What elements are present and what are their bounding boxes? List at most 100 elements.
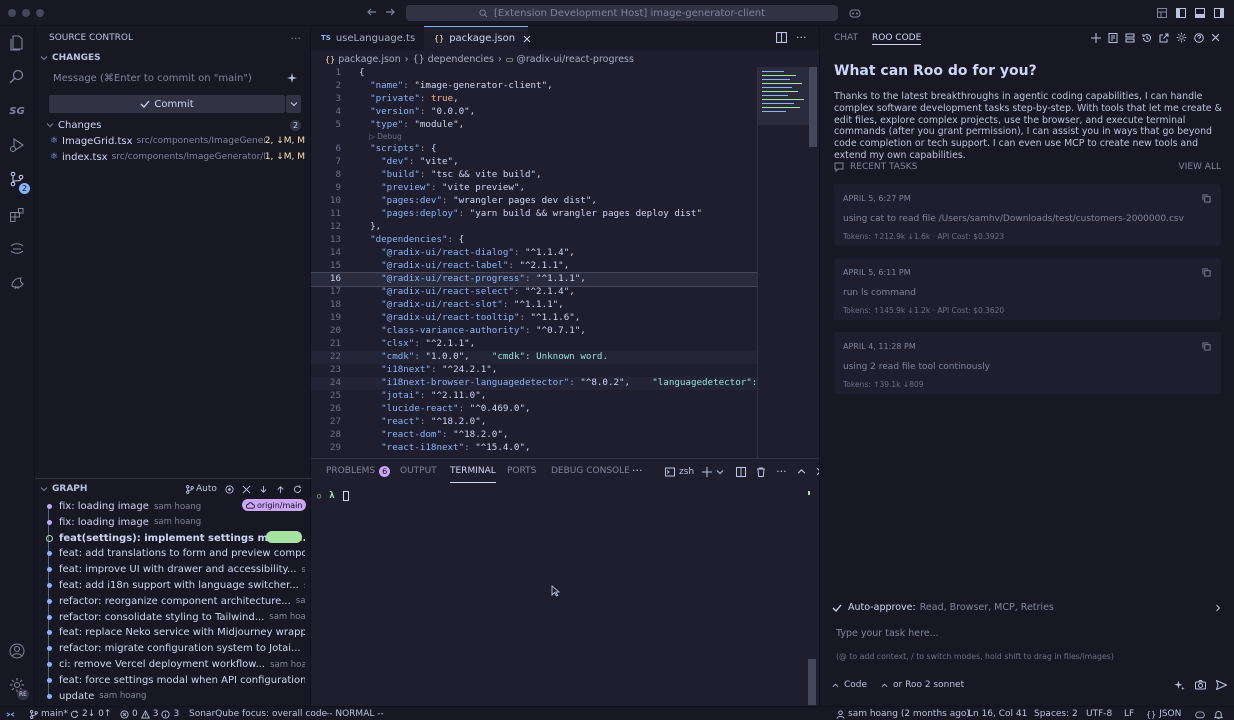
extensions-icon[interactable] bbox=[6, 204, 28, 226]
roo-code-icon[interactable] bbox=[6, 272, 28, 294]
auto-button[interactable]: Auto bbox=[185, 484, 217, 494]
settings-gear-icon[interactable] bbox=[1176, 32, 1187, 43]
history-icon[interactable] bbox=[1142, 33, 1152, 43]
list-item[interactable]: update sam hoang bbox=[35, 689, 305, 704]
minimap[interactable] bbox=[757, 67, 810, 458]
panel-more-icon[interactable]: ··· bbox=[632, 464, 643, 477]
sparkle-icon[interactable] bbox=[287, 73, 297, 83]
more-actions-icon[interactable]: ··· bbox=[291, 32, 302, 45]
fetch-icon[interactable] bbox=[242, 485, 251, 494]
commit-message-input[interactable]: Message (⌘Enter to commit on "main") bbox=[49, 69, 301, 87]
task-card[interactable]: APRIL 5, 6:27 PM using cat to read file … bbox=[834, 184, 1221, 246]
terminal-scrollbar[interactable] bbox=[808, 659, 816, 705]
copilot-icon[interactable] bbox=[848, 6, 862, 20]
remote-explorer-icon[interactable] bbox=[6, 238, 28, 260]
open-in-editor-icon[interactable] bbox=[1159, 33, 1169, 43]
cursor-position[interactable]: Ln 16, Col 41 bbox=[968, 707, 1027, 720]
tab-debug-console[interactable]: DEBUG CONSOLE bbox=[551, 459, 630, 483]
camera-icon[interactable] bbox=[1195, 680, 1206, 690]
copy-icon[interactable] bbox=[1202, 268, 1211, 277]
chevron-down-icon[interactable] bbox=[716, 468, 724, 476]
breadcrumb-property[interactable]: @radix-ui/react-progress bbox=[516, 54, 634, 65]
tab-output[interactable]: OUTPUT bbox=[400, 459, 437, 483]
list-item[interactable]: fix: loading image sam hoang bbox=[35, 515, 305, 530]
refresh-icon[interactable] bbox=[293, 484, 302, 494]
sync-indicator[interactable]: 2↓ 0↑ bbox=[70, 707, 111, 720]
list-item[interactable]: feat: add translations to form and previ… bbox=[35, 546, 305, 561]
split-editor-icon[interactable] bbox=[776, 32, 787, 43]
auto-approve-row[interactable]: Auto-approve: Read, Browser, MCP, Retrie… bbox=[832, 602, 1222, 613]
mcp-servers-icon[interactable] bbox=[1125, 33, 1135, 43]
list-item[interactable]: feat: replace Neko service with Midjourn… bbox=[35, 625, 305, 640]
sonarlint-icon[interactable]: SG bbox=[6, 100, 28, 122]
indentation[interactable]: Spaces: 2 bbox=[1034, 707, 1078, 720]
copy-icon[interactable] bbox=[1202, 194, 1211, 203]
close-tab-icon[interactable] bbox=[523, 35, 531, 43]
breadcrumb-object[interactable]: {} dependencies bbox=[413, 54, 494, 65]
terminal-more-icon[interactable]: ··· bbox=[776, 465, 787, 478]
back-arrow-icon[interactable] bbox=[366, 6, 378, 18]
list-item[interactable]: ⚛ index.tsx src/components/ImageGenerato… bbox=[35, 149, 311, 165]
model-select[interactable]: or Roo 2 sonnet bbox=[881, 680, 964, 690]
maximize-panel-icon[interactable] bbox=[797, 467, 806, 476]
tab-roo-code[interactable]: ROO CODE bbox=[872, 33, 922, 45]
vertical-scrollbar[interactable] bbox=[809, 67, 817, 147]
view-all-link[interactable]: VIEW ALL bbox=[1179, 162, 1221, 172]
tab-package-json[interactable]: {} package.json bbox=[424, 26, 531, 50]
help-icon[interactable] bbox=[1194, 32, 1204, 43]
search-icon[interactable] bbox=[6, 66, 28, 88]
tab-use-language[interactable]: TS useLanguage.ts bbox=[311, 26, 423, 50]
layout-customize-icon[interactable] bbox=[1156, 7, 1168, 19]
shell-name[interactable]: zsh bbox=[679, 467, 694, 477]
task-input[interactable]: Type your task here... (@ to add context… bbox=[832, 624, 1222, 672]
language-mode[interactable]: {} JSON bbox=[1146, 707, 1181, 720]
list-item[interactable]: ci: remove Vercel deployment workflow...… bbox=[35, 657, 305, 672]
list-item[interactable]: feat: force settings modal when API conf… bbox=[35, 673, 305, 688]
toggle-secondary-sidebar-icon[interactable] bbox=[1213, 7, 1225, 19]
branch-indicator[interactable]: main* bbox=[29, 707, 68, 720]
encoding[interactable]: UTF-8 bbox=[1086, 707, 1112, 720]
task-card[interactable]: APRIL 4, 11:28 PM using 2 read file tool… bbox=[834, 332, 1221, 394]
graph-section-header[interactable]: GRAPH Auto bbox=[35, 479, 311, 499]
pull-icon[interactable] bbox=[259, 485, 268, 494]
list-item[interactable]: refactor: consolidate styling to Tailwin… bbox=[35, 610, 305, 625]
toggle-sidebar-icon[interactable] bbox=[1175, 7, 1187, 19]
breadcrumb-file[interactable]: package.json bbox=[338, 54, 401, 65]
forward-arrow-icon[interactable] bbox=[384, 6, 396, 18]
tab-terminal[interactable]: TERMINAL bbox=[450, 459, 496, 483]
chevron-right-icon[interactable] bbox=[1214, 604, 1222, 612]
remote-indicator-icon[interactable] bbox=[6, 707, 15, 720]
target-icon[interactable] bbox=[225, 484, 234, 494]
toggle-panel-icon[interactable] bbox=[1194, 7, 1206, 19]
enhance-prompt-icon[interactable] bbox=[1174, 680, 1185, 691]
codelens-debug[interactable]: ▷ Debug bbox=[311, 132, 759, 143]
list-item[interactable]: feat: improve UI with drawer and accessi… bbox=[35, 562, 305, 577]
add-terminal-icon[interactable] bbox=[702, 466, 713, 477]
problems-indicator[interactable]: 0 3 3 bbox=[120, 707, 179, 720]
copilot-status-icon[interactable] bbox=[1195, 707, 1205, 720]
commit-button[interactable]: Commit bbox=[49, 95, 285, 113]
split-terminal-icon[interactable] bbox=[736, 466, 747, 477]
maximize-window-button[interactable] bbox=[36, 9, 44, 17]
code-editor[interactable]: 1{2 "name": "image-generator-client", 3 "… bbox=[311, 67, 759, 458]
list-item[interactable]: refactor: reorganize component architect… bbox=[35, 594, 305, 609]
changes-section-header[interactable]: CHANGES bbox=[35, 48, 311, 68]
editor-more-actions-icon[interactable]: ··· bbox=[796, 31, 807, 44]
new-task-icon[interactable] bbox=[1091, 32, 1101, 43]
task-card[interactable]: APRIL 5, 6:11 PM run ls command Tokens: … bbox=[834, 258, 1221, 320]
changes-group[interactable]: Changes 2 bbox=[35, 117, 311, 133]
tab-problems[interactable]: PROBLEMS 6 bbox=[326, 459, 391, 483]
sonarqube-focus[interactable]: SonarQube focus: overall code bbox=[189, 707, 327, 720]
list-item[interactable]: feat: add i18n support with language swi… bbox=[35, 578, 305, 593]
close-window-button[interactable] bbox=[8, 9, 16, 17]
end-of-line[interactable]: LF bbox=[1124, 707, 1134, 720]
commit-dropdown-button[interactable] bbox=[286, 95, 301, 113]
prompts-icon[interactable] bbox=[1108, 32, 1118, 43]
list-item[interactable]: ⚛ ImageGrid.tsx src/components/ImageGene… bbox=[35, 133, 311, 149]
checkbox-checked-icon[interactable] bbox=[832, 603, 842, 613]
mode-select[interactable]: Code bbox=[832, 680, 867, 690]
tab-chat[interactable]: CHAT bbox=[834, 33, 858, 43]
tab-ports[interactable]: PORTS bbox=[507, 459, 536, 483]
push-icon[interactable] bbox=[276, 485, 285, 494]
copy-icon[interactable] bbox=[1202, 342, 1211, 351]
